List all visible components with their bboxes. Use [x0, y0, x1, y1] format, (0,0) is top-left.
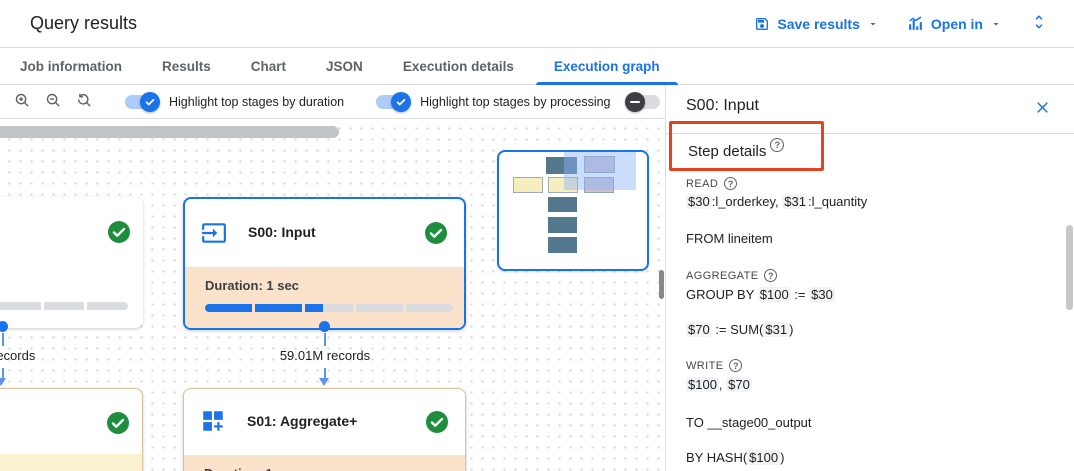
toggle-check-icon: [391, 92, 411, 112]
query-results-header: Query results Save results Open in: [0, 0, 1074, 48]
step-details-panel: S00: Input Step details? READ? $30:l_ord…: [665, 85, 1074, 471]
analytics-icon: [907, 15, 924, 32]
tab-results[interactable]: Results: [142, 48, 231, 84]
edge-records-label: 59.01M records: [253, 348, 397, 363]
unfold-more-icon: [1030, 13, 1048, 34]
duration-bar-segment: [305, 304, 352, 312]
help-icon[interactable]: ?: [729, 359, 742, 372]
duration-bar-segment: [406, 304, 453, 312]
stage-duration-bar: [0, 302, 128, 310]
close-icon: [1035, 100, 1050, 118]
graph-toolbar: Highlight top stages by duration Highlig…: [0, 85, 665, 119]
zoom-out-button[interactable]: [45, 92, 62, 112]
save-results-label: Save results: [777, 16, 860, 32]
zoom-reset-icon: [76, 92, 93, 112]
toggle-duration-label: Highlight top stages by duration: [169, 95, 344, 109]
results-tab-bar: Job information Results Chart JSON Execu…: [0, 48, 1074, 85]
stage-duration-label: Duration: 1 sec: [204, 466, 298, 471]
stage-card-left-top[interactable]: [0, 197, 143, 328]
zoom-reset-button[interactable]: [76, 92, 93, 112]
caret-down-icon: [990, 18, 1002, 30]
header-actions: Save results Open in: [754, 13, 1048, 34]
toggle-processing-label: Highlight top stages by processing: [420, 95, 610, 109]
zoom-in-icon: [14, 92, 31, 112]
from-value: FROM lineitem: [686, 231, 773, 246]
group-by-value: GROUP BY $100 := $30: [686, 287, 835, 302]
stage-duration-bar: [205, 304, 453, 312]
close-panel-button[interactable]: [1035, 100, 1050, 118]
save-icon: [754, 16, 770, 32]
open-in-label: Open in: [931, 16, 983, 32]
tab-execution-details[interactable]: Execution details: [383, 48, 534, 84]
stage-duration-label: Duration: 1 sec: [205, 278, 299, 293]
panel-scrollbar[interactable]: [1066, 225, 1073, 310]
minimap-viewport[interactable]: [564, 152, 636, 190]
execution-graph-canvas[interactable]: S00: Input Duration: 1 sec S01: Aggregat…: [0, 119, 665, 471]
duration-bar-segment: [44, 302, 85, 310]
stage-card-s00-input[interactable]: S00: Input Duration: 1 sec: [183, 197, 466, 330]
tab-json[interactable]: JSON: [306, 48, 383, 84]
to-value: TO __stage00_output: [686, 415, 812, 430]
sum-value: $70 := SUM($31): [686, 322, 793, 337]
caret-down-icon: [867, 18, 879, 30]
toggle-check-icon: [140, 92, 160, 112]
read-value: $30:l_orderkey, $31:l_quantity: [686, 194, 867, 209]
help-icon[interactable]: ?: [724, 177, 737, 190]
panel-title: S00: Input: [686, 97, 759, 115]
zoom-out-icon: [45, 92, 62, 112]
duration-bar-segment: [87, 302, 128, 310]
toggle-minus-icon: [625, 92, 645, 112]
minimap-node: [548, 217, 577, 233]
success-check-icon: [424, 221, 448, 245]
duration-bar-segment: [205, 304, 252, 312]
help-icon[interactable]: ?: [764, 269, 777, 282]
horizontal-scrollbar[interactable]: [0, 126, 339, 138]
stage-title: S00: Input: [248, 224, 316, 240]
edge-records-label: records: [0, 348, 72, 363]
open-in-button[interactable]: Open in: [907, 15, 1002, 32]
save-results-button[interactable]: Save results: [754, 16, 879, 32]
toggle-highlight-processing[interactable]: [374, 92, 411, 112]
read-label: READ?: [686, 177, 737, 190]
write-label: WRITE?: [686, 359, 742, 372]
zoom-in-button[interactable]: [14, 92, 31, 112]
duration-bar-segment: [255, 304, 302, 312]
stage-title: S01: Aggregate+: [247, 413, 357, 429]
unfold-results-button[interactable]: [1030, 13, 1048, 34]
stage-card-s01-aggregate[interactable]: S01: Aggregate+ Duration: 1 sec: [183, 388, 466, 471]
write-value: $100, $70: [686, 377, 752, 392]
success-check-icon: [106, 411, 130, 435]
edge-connector-dot: [0, 321, 8, 332]
input-stage-icon: [201, 220, 227, 251]
aggregate-label: AGGREGATE?: [686, 269, 777, 282]
tab-job-information[interactable]: Job information: [0, 48, 142, 84]
minimap-node: [548, 197, 577, 212]
stage-card-left-bottom[interactable]: [0, 388, 143, 471]
success-check-icon: [425, 410, 449, 434]
edge-connector-dot: [319, 321, 330, 332]
query-results-page: Query results Save results Open in: [0, 0, 1074, 471]
edge-arrow-icon: [0, 378, 6, 386]
edge-line: [2, 333, 4, 346]
step-details-highlight-box: [669, 121, 824, 171]
vertical-scrollbar[interactable]: [659, 270, 664, 299]
minimap-node: [548, 237, 577, 253]
page-title: Query results: [30, 13, 137, 34]
duration-bar-segment: [0, 302, 41, 310]
duration-bar-segment: [356, 304, 403, 312]
edge-line: [324, 333, 326, 346]
tab-chart[interactable]: Chart: [231, 48, 306, 84]
graph-minimap[interactable]: [497, 150, 649, 271]
toggle-stage-highlight-off[interactable]: [625, 92, 662, 112]
by-hash-value: BY HASH($100): [686, 450, 784, 465]
success-check-icon: [107, 220, 131, 244]
edge-arrow-icon: [319, 378, 329, 386]
tab-execution-graph[interactable]: Execution graph: [534, 48, 680, 84]
toggle-highlight-duration[interactable]: [123, 92, 160, 112]
minimap-node: [513, 177, 543, 193]
aggregate-stage-icon: [200, 408, 226, 439]
